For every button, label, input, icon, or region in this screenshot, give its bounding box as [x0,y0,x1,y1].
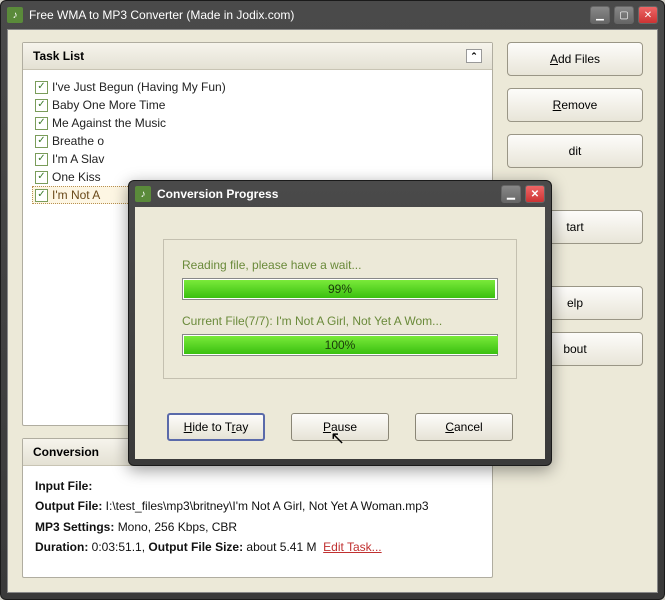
checkbox-icon[interactable]: ✓ [35,171,48,184]
reading-progress-text: 99% [183,279,497,299]
dialog-titlebar[interactable]: ♪ Conversion Progress ▁ ✕ [129,181,551,207]
reading-label: Reading file, please have a wait... [182,258,498,272]
task-list-header: Task List ⌃ [23,43,492,70]
cancel-button[interactable]: Cancel [415,413,513,441]
checkbox-icon[interactable]: ✓ [35,99,48,112]
task-row[interactable]: ✓ I've Just Begun (Having My Fun) [35,78,480,96]
checkbox-icon[interactable]: ✓ [35,135,48,148]
task-label: I'm Not A [52,188,100,202]
app-icon: ♪ [7,7,23,23]
task-row[interactable]: ✓ Me Against the Music [35,114,480,132]
conversion-progress-dialog: ♪ Conversion Progress ▁ ✕ Reading file, … [128,180,552,466]
task-label: I'm A Slav [52,152,104,166]
pause-button[interactable]: Pause [291,413,389,441]
input-file-label: Input File: [35,479,92,493]
task-row[interactable]: ✓ I'm A Slav [35,150,480,168]
task-label: Baby One More Time [52,98,165,112]
current-progress-text: 100% [183,335,497,355]
window-title: Free WMA to MP3 Converter (Made in Jodix… [29,8,590,22]
minimize-icon[interactable]: ▁ [501,185,521,203]
mp3-settings-value: Mono, 256 Kbps, CBR [118,520,237,534]
checkbox-icon[interactable]: ✓ [35,189,48,202]
output-size-value: about 5.41 M [246,540,316,554]
maximize-icon[interactable]: ▢ [614,6,634,24]
add-files-button[interactable]: Add Files [507,42,643,76]
duration-label: Duration: [35,540,88,554]
task-label: One Kiss [52,170,101,184]
current-progress-bar: 100% [182,334,498,356]
edit-task-link[interactable]: Edit Task... [323,540,381,554]
dialog-title: Conversion Progress [157,187,501,201]
collapse-icon[interactable]: ⌃ [466,49,482,63]
main-titlebar[interactable]: ♪ Free WMA to MP3 Converter (Made in Jod… [1,1,664,29]
task-label: I've Just Begun (Having My Fun) [52,80,226,94]
task-row[interactable]: ✓ Baby One More Time [35,96,480,114]
output-size-label: Output File Size: [148,540,243,554]
checkbox-icon[interactable]: ✓ [35,81,48,94]
options-body: Input File: Output File: I:\test_files\m… [23,466,492,568]
options-title: Conversion [33,445,99,459]
task-label: Breathe o [52,134,104,148]
dialog-body: Reading file, please have a wait... 99% … [135,207,545,459]
remove-button[interactable]: Remove [507,88,643,122]
task-row[interactable]: ✓ Breathe o [35,132,480,150]
progress-group: Reading file, please have a wait... 99% … [163,239,517,379]
close-icon[interactable]: ✕ [638,6,658,24]
checkbox-icon[interactable]: ✓ [35,117,48,130]
minimize-icon[interactable]: ▁ [590,6,610,24]
checkbox-icon[interactable]: ✓ [35,153,48,166]
duration-value: 0:03:51.1, [92,540,145,554]
current-file-label: Current File(7/7): I'm Not A Girl, Not Y… [182,314,498,328]
task-label: Me Against the Music [52,116,166,130]
hide-to-tray-button[interactable]: Hide to Tray [167,413,265,441]
task-list-title: Task List [33,49,84,63]
close-icon[interactable]: ✕ [525,185,545,203]
mp3-settings-label: MP3 Settings: [35,520,114,534]
edit-button[interactable]: dit [507,134,643,168]
app-icon: ♪ [135,186,151,202]
output-file-label: Output File: [35,499,102,513]
reading-progress-bar: 99% [182,278,498,300]
output-file-value: I:\test_files\mp3\britney\I'm Not A Girl… [106,499,429,513]
